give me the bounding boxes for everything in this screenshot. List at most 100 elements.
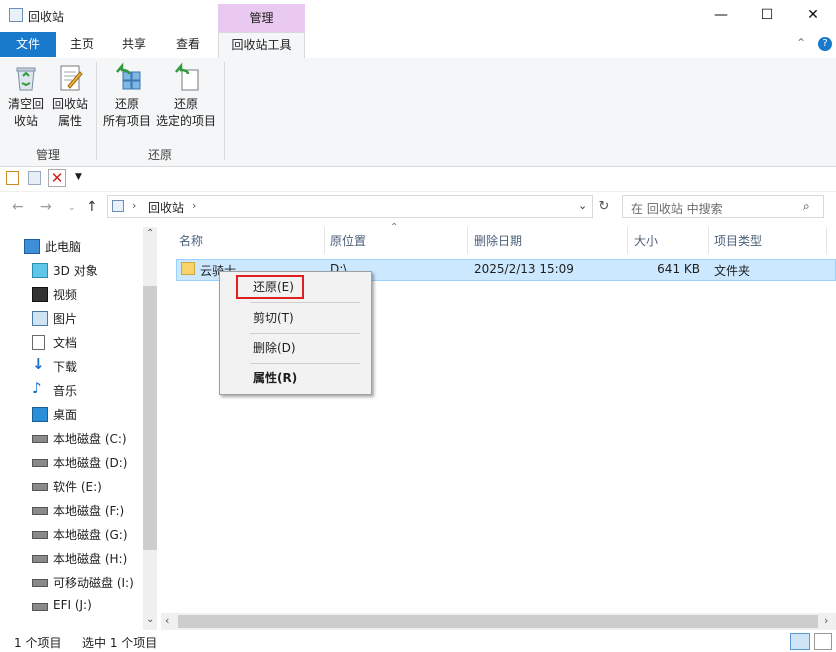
tab-file[interactable]: 文件	[0, 32, 56, 57]
group-restore-label: 还原	[147, 148, 172, 162]
nav-item-drive-i[interactable]: 可移动磁盘 (I:)	[0, 570, 143, 594]
restore-all-label-1: 还原	[114, 97, 139, 111]
column-header-size[interactable]: 大小	[634, 230, 658, 252]
scroll-up-icon[interactable]: ⌃	[146, 228, 154, 239]
breadcrumb-recycle-bin[interactable]: 回收站	[148, 199, 184, 216]
close-button[interactable]: ✕	[790, 0, 836, 30]
nav-item-drive-j[interactable]: EFI (J:)	[0, 594, 143, 618]
nav-item-downloads[interactable]: ↓ 下载	[0, 354, 143, 378]
restore-all-icon	[111, 62, 143, 94]
empty-recycle-bin-button[interactable]: 清空回 收站	[4, 62, 48, 130]
nav-item-this-pc[interactable]: 此电脑	[0, 234, 143, 258]
download-icon: ↓	[32, 355, 45, 373]
breadcrumb-chevron-icon[interactable]: ›	[132, 199, 136, 212]
drive-icon	[32, 507, 48, 515]
maximize-button[interactable]: ☐	[744, 0, 790, 30]
column-divider[interactable]	[826, 227, 827, 254]
customize-toolbar-icon[interactable]: ▼	[75, 172, 82, 182]
column-divider[interactable]	[467, 227, 468, 254]
folder-icon	[181, 262, 195, 275]
column-header-name[interactable]: 名称	[179, 230, 203, 252]
nav-label: EFI (J:)	[53, 598, 92, 612]
restore-selected-button[interactable]: 还原 选定的项目	[154, 62, 218, 130]
nav-item-music[interactable]: ♪ 音乐	[0, 378, 143, 402]
nav-item-videos[interactable]: 视频	[0, 282, 143, 306]
nav-item-drive-h[interactable]: 本地磁盘 (H:)	[0, 546, 143, 570]
help-icon[interactable]: ?	[818, 37, 832, 51]
music-icon: ♪	[32, 379, 42, 397]
column-header-item-type[interactable]: 项目类型	[714, 230, 762, 252]
delete-icon[interactable]: ✕	[48, 169, 66, 187]
collapse-ribbon-icon[interactable]: ⌃	[796, 36, 806, 50]
horizontal-scrollbar-thumb[interactable]	[178, 615, 818, 628]
nav-item-desktop[interactable]: 桌面	[0, 402, 143, 426]
computer-icon	[24, 239, 40, 254]
nav-item-pictures[interactable]: 图片	[0, 306, 143, 330]
scroll-right-icon[interactable]: ›	[824, 614, 828, 627]
scroll-down-icon[interactable]: ⌄	[146, 614, 154, 625]
recent-locations-icon[interactable]: ⌄	[68, 203, 76, 213]
nav-scrollbar-thumb[interactable]	[143, 286, 157, 550]
cell-type: 文件夹	[714, 264, 751, 278]
nav-item-documents[interactable]: 文档	[0, 330, 143, 354]
refresh-icon[interactable]: ↻	[594, 196, 614, 218]
window-title: 回收站	[28, 10, 65, 24]
properties-label-1: 回收站	[51, 97, 88, 111]
recycle-bin-icon	[112, 200, 124, 212]
column-header-date-deleted[interactable]: 删除日期	[474, 230, 522, 252]
new-folder-icon[interactable]	[28, 171, 41, 185]
recycle-bin-icon	[9, 8, 23, 22]
nav-item-drive-g[interactable]: 本地磁盘 (G:)	[0, 522, 143, 546]
recycle-bin-properties-button[interactable]: 回收站 属性	[48, 62, 92, 130]
nav-item-drive-f[interactable]: 本地磁盘 (F:)	[0, 498, 143, 522]
menu-item-label: 剪切(T)	[253, 311, 294, 325]
large-icons-view-icon[interactable]	[814, 633, 832, 650]
column-divider[interactable]	[627, 227, 628, 254]
empty-recycle-bin-icon	[10, 62, 42, 94]
nav-label: 此电脑	[45, 240, 82, 254]
tab-share[interactable]: 共享	[110, 32, 158, 57]
menu-item-properties[interactable]: 属性(R)	[222, 366, 367, 390]
address-dropdown-icon[interactable]: ⌄	[578, 199, 587, 212]
restore-highlight-box	[236, 275, 304, 299]
empty-recycle-bin-label-2: 收站	[13, 114, 38, 128]
up-icon[interactable]: ↑	[86, 199, 98, 215]
properties-check-icon[interactable]	[6, 171, 19, 185]
column-header-original-location[interactable]: 原位置	[330, 230, 366, 252]
forward-icon[interactable]: →	[40, 199, 52, 215]
search-placeholder: 在 回收站 中搜索	[631, 202, 723, 216]
drive-icon	[32, 459, 48, 467]
restore-selected-label-2: 选定的项目	[155, 114, 216, 128]
nav-label: 桌面	[53, 408, 78, 422]
scroll-left-icon[interactable]: ‹	[165, 614, 169, 627]
pictures-icon	[32, 311, 48, 326]
tab-recycle-bin-tools[interactable]: 回收站工具	[218, 32, 305, 58]
search-icon[interactable]: ⌕	[803, 199, 810, 214]
menu-separator	[250, 302, 360, 303]
nav-label: 本地磁盘 (G:)	[53, 528, 128, 542]
nav-item-drive-d[interactable]: 本地磁盘 (D:)	[0, 450, 143, 474]
column-divider[interactable]	[708, 227, 709, 254]
nav-label: 音乐	[53, 384, 78, 398]
nav-item-3d-objects[interactable]: 3D 对象	[0, 258, 143, 282]
breadcrumb-chevron-icon[interactable]: ›	[192, 199, 196, 212]
back-icon[interactable]: ←	[12, 199, 24, 215]
tab-view[interactable]: 查看	[164, 32, 212, 57]
menu-item-delete[interactable]: 删除(D)	[222, 336, 367, 360]
removable-drive-icon	[32, 579, 48, 587]
status-item-count: 1 个项目	[14, 636, 62, 650]
column-divider[interactable]	[324, 227, 325, 254]
tab-home[interactable]: 主页	[58, 32, 106, 57]
details-view-icon[interactable]	[790, 633, 810, 650]
menu-item-cut[interactable]: 剪切(T)	[222, 306, 367, 330]
restore-all-button[interactable]: 还原 所有项目	[100, 62, 154, 130]
cell-size: 641 KB	[657, 262, 700, 276]
minimize-button[interactable]: —	[698, 0, 744, 30]
ribbon-group-divider	[224, 62, 225, 160]
nav-label: 图片	[53, 312, 78, 326]
drive-icon	[32, 555, 48, 563]
properties-label-2: 属性	[57, 114, 82, 128]
nav-item-drive-e[interactable]: 软件 (E:)	[0, 474, 143, 498]
sort-ascending-icon: ⌃	[390, 222, 399, 233]
nav-item-drive-c[interactable]: 本地磁盘 (C:)	[0, 426, 143, 450]
